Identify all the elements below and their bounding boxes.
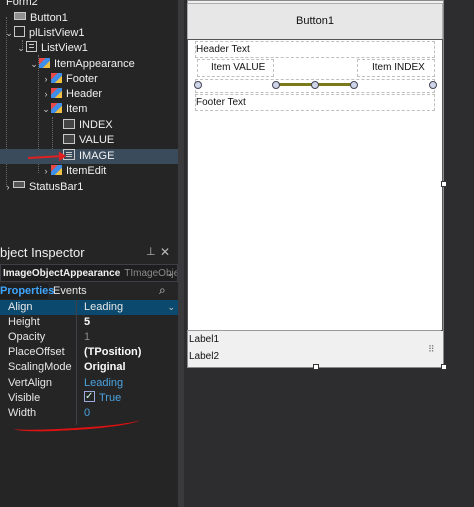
property-name: ScalingMode (8, 361, 72, 373)
label2[interactable]: Label2 (189, 351, 219, 362)
text-object-icon (63, 119, 75, 129)
inspector-tabs: Properties Events (0, 284, 178, 299)
property-name: Width (8, 407, 37, 419)
resize-handle[interactable] (350, 81, 358, 89)
tree-node-form2[interactable]: Form2 (6, 0, 204, 10)
chevron-down-icon[interactable]: ⌄ (29, 57, 39, 72)
text-object-icon (63, 134, 75, 144)
chevron-right-icon[interactable]: › (41, 87, 51, 102)
object-selector[interactable]: ImageObjectAppearance TImageObje ⌄ (0, 264, 178, 282)
property-name: PlaceOffset (8, 346, 65, 358)
resize-handle-left[interactable] (194, 81, 202, 89)
pane-splitter[interactable] (178, 0, 184, 507)
listview-icon (26, 41, 37, 52)
tree-node-value[interactable]: VALUE (63, 133, 114, 148)
tab-events[interactable]: Events (53, 284, 87, 299)
search-icon[interactable]: ⌕ (159, 283, 173, 297)
resize-handle[interactable] (311, 81, 319, 89)
tree-node-item[interactable]: ⌄ Item (41, 102, 87, 117)
property-name: Align (8, 301, 33, 313)
selected-object-name: ImageObjectAppearance (3, 268, 121, 279)
tree-node-index[interactable]: INDEX (63, 118, 113, 133)
object-inspector-title: bject Inspector (0, 245, 85, 260)
property-value[interactable]: 5 (84, 315, 90, 330)
button-icon (14, 12, 26, 20)
label1[interactable]: Label1 (189, 334, 219, 345)
tree-node-image[interactable]: IMAGE (0, 149, 178, 164)
appearance-icon (51, 103, 62, 113)
tree-node-header[interactable]: › Header (41, 87, 102, 102)
chevron-right-icon[interactable]: › (3, 180, 13, 195)
item-index-text: Item INDEX (372, 62, 425, 73)
tree-node-itemappearance[interactable]: ⌄ ItemAppearance (29, 57, 135, 72)
resize-handle[interactable] (272, 81, 280, 89)
property-row-align[interactable]: Align Leading ⌄ (0, 300, 178, 315)
property-row-placeoffset[interactable]: PlaceOffset (TPosition) (0, 345, 178, 360)
layout-icon (14, 26, 25, 37)
tree-node-statusbar1[interactable]: › StatusBar1 (3, 180, 83, 195)
tree-node-itemedit[interactable]: › ItemEdit (41, 164, 106, 179)
tree-node-button1[interactable]: Button1 (14, 11, 68, 26)
appearance-icon (51, 73, 62, 83)
size-grip-icon: ⠿ (428, 344, 435, 354)
resize-handle-right[interactable] (429, 81, 437, 89)
tree-node-listview1[interactable]: ⌄ ListView1 (16, 41, 88, 56)
property-value[interactable]: Leading (84, 300, 123, 315)
property-value[interactable]: 1 (84, 330, 90, 345)
chevron-down-icon[interactable]: ⌄ (4, 26, 14, 41)
tree-node-pllistview1[interactable]: ⌄ plListView1 (4, 26, 84, 41)
close-icon[interactable]: ✕ (160, 244, 170, 261)
property-name: VertAlign (8, 377, 53, 389)
footer-text: Footer Text (196, 97, 246, 108)
appearance-icon (39, 58, 50, 68)
property-value[interactable]: Original (84, 360, 126, 375)
chevron-down-icon[interactable]: ⌄ (16, 41, 26, 56)
appearance-icon (51, 165, 62, 175)
property-row-visible[interactable]: Visible True (0, 389, 178, 406)
property-name: Height (8, 316, 40, 328)
chevron-right-icon[interactable]: › (41, 164, 51, 179)
tree-node-footer[interactable]: › Footer (41, 72, 98, 87)
property-row-height[interactable]: Height 5 (0, 315, 178, 330)
chevron-down-icon[interactable]: ⌄ (41, 102, 51, 117)
property-row-opacity[interactable]: Opacity 1 (0, 330, 178, 345)
property-grid-divider[interactable] (76, 300, 77, 425)
designer-button1[interactable]: Button1 (187, 3, 443, 40)
property-value[interactable]: (TPosition) (84, 345, 141, 360)
property-name: Visible (8, 392, 41, 404)
appearance-icon (51, 88, 62, 98)
property-row-scalingmode[interactable]: ScalingMode Original (0, 360, 178, 375)
checkbox[interactable] (84, 389, 95, 404)
header-text: Header Text (196, 44, 250, 55)
form-resize-handle[interactable] (313, 364, 319, 370)
item-value-text: Item VALUE (211, 62, 266, 73)
property-value[interactable]: True (84, 389, 121, 406)
structure-tree: Form2 Button1 ⌄ plListView1 ⌄ ListView1 ⌄ I… (0, 0, 204, 195)
right-pane (446, 0, 474, 507)
tab-properties[interactable]: Properties (0, 284, 54, 299)
statusbar-icon (13, 181, 25, 188)
property-name: Opacity (8, 331, 46, 343)
chevron-right-icon[interactable]: › (41, 72, 51, 87)
chevron-down-icon[interactable]: ⌄ (166, 265, 174, 281)
object-inspector-header: bject Inspector ⊥ ✕ (0, 244, 178, 261)
chevron-down-icon[interactable]: ⌄ (167, 300, 175, 315)
pin-icon[interactable]: ⊥ (146, 244, 156, 261)
designer-statusbar[interactable] (187, 330, 441, 366)
structure-pane: Form2 Button1 ⌄ plListView1 ⌄ ListView1 ⌄ I… (0, 0, 204, 507)
